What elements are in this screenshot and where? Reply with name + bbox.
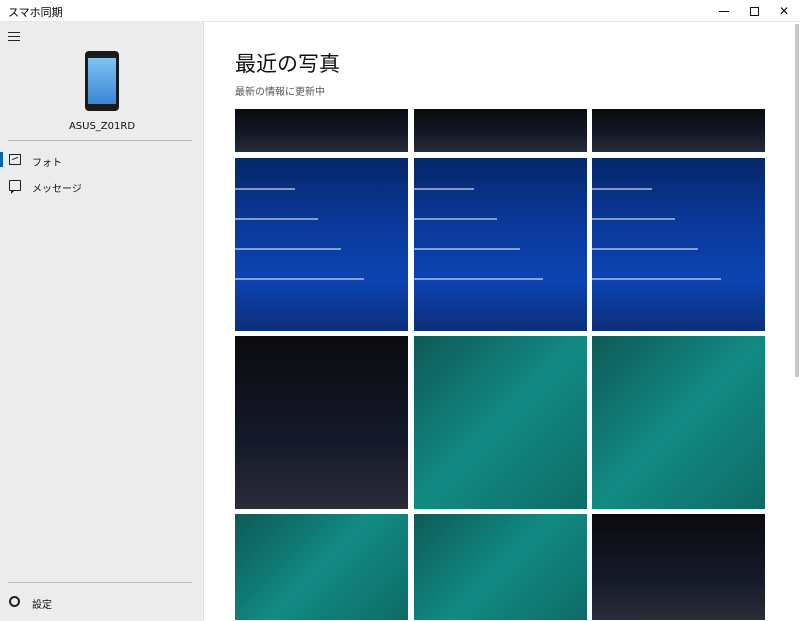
gear-icon — [9, 596, 20, 607]
photo-detail — [235, 218, 318, 220]
photo-thumbnail[interactable] — [414, 158, 587, 331]
sidebar-item-label: フォト — [32, 158, 62, 169]
photo-detail — [592, 188, 652, 190]
photo-thumbnail[interactable] — [592, 336, 765, 509]
photo-detail — [592, 278, 721, 280]
photo-thumbnail[interactable] — [235, 109, 408, 152]
sidebar-divider — [8, 140, 192, 141]
maximize-icon — [749, 6, 759, 16]
sidebar-item-label: メッセージ — [32, 184, 82, 195]
photo-detail — [592, 248, 698, 250]
photo-icon — [9, 154, 21, 165]
photo-detail — [414, 278, 543, 280]
scrollbar[interactable] — [795, 24, 799, 377]
photo-thumbnail[interactable] — [414, 514, 587, 620]
photo-thumbnail[interactable] — [592, 109, 765, 152]
photo-thumbnail[interactable] — [592, 514, 765, 620]
sidebar-divider — [8, 582, 192, 583]
photo-thumbnail[interactable] — [235, 514, 408, 620]
phone-icon — [85, 51, 119, 111]
window-title: スマホ同期 — [8, 6, 63, 19]
minimize-icon — [719, 10, 729, 12]
hamburger-menu-icon[interactable] — [8, 32, 20, 41]
photo-thumbnail[interactable] — [592, 158, 765, 331]
sidebar: ASUS_Z01RD フォト メッセージ 設定 — [0, 22, 204, 621]
photo-detail — [235, 188, 295, 190]
photo-thumbnail[interactable] — [235, 336, 408, 509]
photo-thumbnail[interactable] — [414, 336, 587, 509]
sidebar-item-settings[interactable]: 設定 — [0, 591, 204, 613]
photo-detail — [592, 218, 675, 220]
active-indicator — [0, 152, 3, 167]
page-title: 最近の写真 — [235, 52, 340, 76]
photo-detail — [414, 248, 520, 250]
title-bar: スマホ同期 ✕ — [0, 0, 800, 22]
message-icon — [9, 180, 21, 194]
settings-label: 設定 — [32, 600, 52, 611]
photo-thumbnail[interactable] — [235, 158, 408, 331]
photo-detail — [414, 218, 497, 220]
photo-thumbnail[interactable] — [414, 109, 587, 152]
photo-detail — [235, 248, 341, 250]
sidebar-item-photos[interactable]: フォト — [0, 149, 204, 171]
sidebar-item-messages[interactable]: メッセージ — [0, 175, 204, 197]
close-icon: ✕ — [778, 4, 790, 18]
photo-detail — [414, 188, 474, 190]
device-name: ASUS_Z01RD — [68, 121, 136, 132]
photo-detail — [235, 278, 364, 280]
page-subtitle: 最新の情報に更新中 — [235, 87, 325, 98]
close-button[interactable]: ✕ — [766, 0, 800, 22]
main-content: 最近の写真 最新の情報に更新中 — [204, 22, 800, 621]
